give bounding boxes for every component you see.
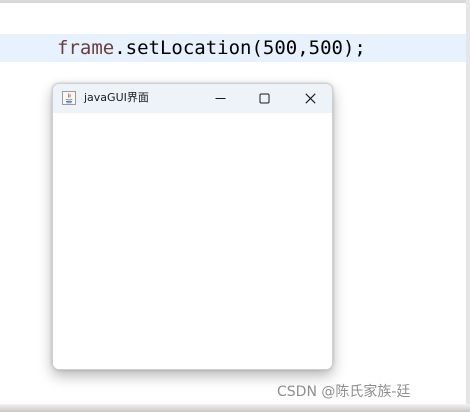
code-line-text: frame.setLocation(500,500); xyxy=(57,35,366,61)
close-icon xyxy=(305,93,316,104)
window-title: javaGUI界面 xyxy=(84,91,149,104)
editor-top-edge xyxy=(0,0,470,3)
editor-bottom-edge xyxy=(0,404,470,412)
editor-right-edge xyxy=(466,0,470,404)
code-identifier: frame xyxy=(57,37,115,59)
maximize-icon xyxy=(259,93,270,104)
window-content-area[interactable] xyxy=(53,113,332,369)
minimize-button[interactable] xyxy=(198,84,242,113)
close-button[interactable] xyxy=(288,84,332,113)
maximize-button[interactable] xyxy=(242,84,286,113)
window-titlebar[interactable]: javaGUI界面 xyxy=(53,84,332,113)
java-app-icon xyxy=(62,91,76,105)
minimize-icon xyxy=(215,98,226,99)
csdn-watermark: CSDN @陈氏家族-廷 xyxy=(277,384,411,400)
code-call: .setLocation(500,500); xyxy=(114,37,366,59)
java-gui-window[interactable]: javaGUI界面 xyxy=(52,83,333,370)
